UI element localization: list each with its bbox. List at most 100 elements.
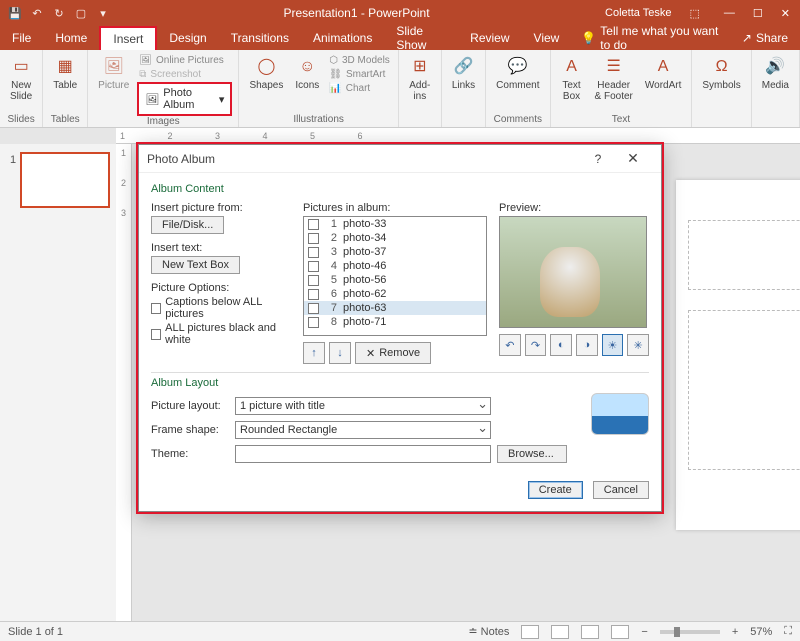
links-button[interactable]: 🔗Links bbox=[448, 54, 479, 93]
rotate-left-icon[interactable]: ↶ bbox=[499, 334, 521, 356]
icons-button[interactable]: ☺Icons bbox=[291, 54, 323, 93]
list-item[interactable]: 8photo-71 bbox=[304, 315, 486, 329]
table-icon: ▦ bbox=[54, 56, 76, 78]
frame-shape-combo[interactable]: Rounded Rectangle bbox=[235, 421, 491, 439]
list-item[interactable]: 5photo-56 bbox=[304, 273, 486, 287]
tab-review[interactable]: Review bbox=[458, 26, 521, 50]
chart-button[interactable]: 📊Chart bbox=[327, 82, 392, 95]
qat-more-icon[interactable]: ▾ bbox=[96, 6, 110, 20]
group-illustrations: Illustrations bbox=[293, 114, 344, 127]
undo-icon[interactable]: ↶ bbox=[30, 6, 44, 20]
checkbox-icon bbox=[308, 233, 319, 244]
move-down-button[interactable]: ↓ bbox=[329, 342, 351, 364]
minimize-icon[interactable]: — bbox=[724, 7, 735, 20]
start-slideshow-icon[interactable]: ▢ bbox=[74, 6, 88, 20]
wordart-button[interactable]: AWordArt bbox=[641, 54, 686, 93]
ribbon-options-icon[interactable]: ⬚ bbox=[690, 7, 700, 20]
header-footer-button[interactable]: ☰Header & Footer bbox=[591, 54, 637, 104]
picture-layout-combo[interactable]: 1 picture with title bbox=[235, 397, 491, 415]
remove-button[interactable]: ✕ Remove bbox=[355, 342, 431, 364]
tab-insert[interactable]: Insert bbox=[99, 26, 157, 50]
zoom-out-icon[interactable]: − bbox=[641, 626, 647, 638]
slide-thumbnail-1[interactable] bbox=[20, 152, 110, 208]
new-slide-button[interactable]: ▭New Slide bbox=[6, 54, 36, 104]
shapes-button[interactable]: ◯Shapes bbox=[245, 54, 287, 93]
tab-animations[interactable]: Animations bbox=[301, 26, 384, 50]
list-item[interactable]: 7photo-63 bbox=[304, 301, 486, 315]
redo-icon[interactable]: ↻ bbox=[52, 6, 66, 20]
notes-button[interactable]: ≐ Notes bbox=[468, 625, 509, 638]
brightness-down-icon[interactable]: ✳ bbox=[627, 334, 649, 356]
theme-input[interactable] bbox=[235, 445, 491, 463]
header-icon: ☰ bbox=[603, 56, 625, 78]
picture-layout-label: Picture layout: bbox=[151, 400, 229, 412]
group-slides: Slides bbox=[8, 114, 35, 127]
tab-transitions[interactable]: Transitions bbox=[219, 26, 301, 50]
bw-checkbox[interactable]: ALL pictures black and white bbox=[151, 322, 291, 346]
section-album-content: Album Content bbox=[151, 183, 649, 195]
checkbox-icon bbox=[308, 261, 319, 272]
media-button[interactable]: 🔊Media bbox=[758, 54, 793, 93]
photo-album-button[interactable]: 🖼Photo Album▾ bbox=[137, 82, 232, 116]
textbox-button[interactable]: AText Box bbox=[557, 54, 587, 104]
tab-file[interactable]: File bbox=[0, 26, 43, 50]
checkbox-icon bbox=[308, 275, 319, 286]
dialog-close-icon[interactable]: ✕ bbox=[613, 150, 653, 167]
layout-preview-thumb bbox=[591, 393, 649, 435]
3d-models-button[interactable]: ⬡3D Models bbox=[327, 54, 392, 67]
help-icon[interactable]: ? bbox=[583, 152, 613, 166]
screenshot-button[interactable]: ⧉Screenshot bbox=[137, 68, 232, 81]
zoom-level[interactable]: 57% bbox=[750, 626, 772, 638]
view-sorter-icon[interactable] bbox=[551, 625, 569, 639]
album-icon: 🖼 bbox=[145, 93, 159, 106]
zoom-slider[interactable] bbox=[660, 630, 720, 634]
symbols-button[interactable]: ΩSymbols bbox=[698, 54, 744, 93]
save-icon[interactable]: 💾 bbox=[8, 6, 22, 20]
omega-icon: Ω bbox=[711, 56, 733, 78]
tab-view[interactable]: View bbox=[522, 26, 572, 50]
view-normal-icon[interactable] bbox=[521, 625, 539, 639]
list-item[interactable]: 1photo-33 bbox=[304, 217, 486, 231]
brightness-up-icon[interactable]: ☀ bbox=[602, 334, 624, 356]
maximize-icon[interactable]: ☐ bbox=[753, 7, 763, 20]
user-name[interactable]: Coletta Teske bbox=[605, 7, 671, 19]
fit-icon[interactable]: ⛶ bbox=[784, 625, 792, 638]
list-item[interactable]: 6photo-62 bbox=[304, 287, 486, 301]
status-bar: Slide 1 of 1 ≐ Notes − + 57% ⛶ bbox=[0, 621, 800, 641]
list-item[interactable]: 4photo-46 bbox=[304, 259, 486, 273]
slide[interactable] bbox=[676, 180, 800, 530]
pictures-button[interactable]: 🖼Picture bbox=[94, 54, 133, 93]
zoom-in-icon[interactable]: + bbox=[732, 626, 738, 638]
contrast-down-icon[interactable]: ◑ bbox=[576, 334, 598, 356]
list-item[interactable]: 3photo-37 bbox=[304, 245, 486, 259]
comment-button[interactable]: 💬Comment bbox=[492, 54, 543, 93]
online-pictures-button[interactable]: 🖼Online Pictures bbox=[137, 54, 232, 67]
new-text-box-button[interactable]: New Text Box bbox=[151, 256, 240, 274]
move-up-button[interactable]: ↑ bbox=[303, 342, 325, 364]
tell-me[interactable]: Tell me what you want to do bbox=[600, 24, 720, 52]
share-label[interactable]: Share bbox=[756, 31, 788, 45]
tab-home[interactable]: Home bbox=[43, 26, 99, 50]
shapes-label: Shapes bbox=[249, 80, 283, 91]
list-item[interactable]: 2photo-34 bbox=[304, 231, 486, 245]
title-placeholder[interactable] bbox=[688, 220, 800, 290]
new-slide-label: New Slide bbox=[10, 80, 32, 102]
smartart-button[interactable]: ⛓SmartArt bbox=[327, 68, 392, 81]
cancel-button[interactable]: Cancel bbox=[593, 481, 649, 499]
pictures-listbox[interactable]: 1photo-332photo-343photo-374photo-465pho… bbox=[303, 216, 487, 336]
addins-button[interactable]: ⊞Add- ins bbox=[405, 54, 435, 104]
browse-button[interactable]: Browse... bbox=[497, 445, 567, 463]
tab-design[interactable]: Design bbox=[157, 26, 218, 50]
view-slideshow-icon[interactable] bbox=[611, 625, 629, 639]
file-disk-button[interactable]: File/Disk... bbox=[151, 216, 224, 234]
create-button[interactable]: Create bbox=[528, 481, 583, 499]
captions-checkbox[interactable]: Captions below ALL pictures bbox=[151, 296, 291, 320]
rotate-right-icon[interactable]: ↷ bbox=[525, 334, 547, 356]
contrast-up-icon[interactable]: ◐ bbox=[550, 334, 572, 356]
table-button[interactable]: ▦Table bbox=[49, 54, 81, 93]
tab-slideshow[interactable]: Slide Show bbox=[384, 26, 458, 50]
frame-shape-label: Frame shape: bbox=[151, 424, 229, 436]
close-icon[interactable]: ✕ bbox=[781, 7, 790, 20]
view-reading-icon[interactable] bbox=[581, 625, 599, 639]
body-placeholder[interactable] bbox=[688, 310, 800, 470]
